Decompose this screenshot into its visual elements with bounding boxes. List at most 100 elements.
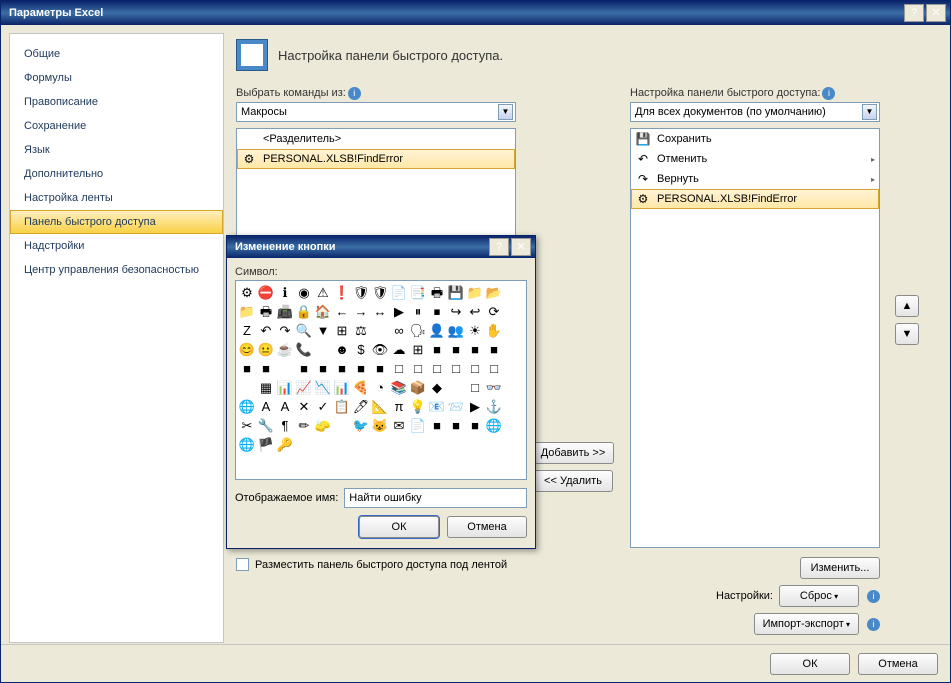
icon-choice[interactable]: 🌐 [238, 397, 256, 415]
icon-choice[interactable]: 📉 [314, 378, 332, 396]
icon-choice[interactable]: 📚 [390, 378, 408, 396]
icon-choice[interactable]: ✂ [238, 416, 256, 434]
icon-choice[interactable]: ⚙ [238, 283, 256, 301]
icon-choice[interactable] [314, 340, 332, 358]
choose-commands-combo[interactable]: Макросы ▼ [236, 102, 516, 122]
icon-choice[interactable]: ❗ [333, 283, 351, 301]
icon-choice[interactable]: 🔍 [295, 321, 313, 339]
icon-choice[interactable] [447, 378, 465, 396]
remove-button[interactable]: << Удалить [533, 470, 613, 492]
icon-choice[interactable]: ■ [485, 340, 503, 358]
icon-choice[interactable]: ◉ [295, 283, 313, 301]
icon-choice[interactable]: $ [352, 340, 370, 358]
icon-choice[interactable]: ↷ [276, 321, 294, 339]
icon-choice[interactable]: 🏠 [314, 302, 332, 320]
icon-choice[interactable]: ◔ [371, 378, 389, 396]
info-icon[interactable]: i [822, 87, 835, 100]
icon-choice[interactable]: ■ [257, 359, 275, 377]
icon-choice[interactable]: ■ [333, 359, 351, 377]
icon-choice[interactable]: ■ [352, 359, 370, 377]
icon-choice[interactable]: ↩ [466, 302, 484, 320]
icon-choice[interactable]: ⟳ [485, 302, 503, 320]
close-button[interactable]: ✕ [926, 4, 946, 22]
icon-choice[interactable]: ■ [238, 359, 256, 377]
icon-choice[interactable]: 🛡 [371, 283, 389, 301]
icon-choice[interactable]: 🌐 [238, 435, 256, 453]
sidebar-item[interactable]: Правописание [10, 90, 223, 114]
icon-choice[interactable]: 🧽 [314, 416, 332, 434]
icon-choice[interactable]: □ [466, 359, 484, 377]
icon-choice[interactable]: ⏹ [428, 302, 446, 320]
icon-choice[interactable]: 📂 [485, 283, 503, 301]
icon-choice[interactable]: ↔ [371, 302, 389, 320]
icon-choice[interactable]: □ [466, 378, 484, 396]
icon-choice[interactable]: □ [447, 359, 465, 377]
icon-choice[interactable]: ⊞ [333, 321, 351, 339]
icon-choice[interactable]: 😺 [371, 416, 389, 434]
display-name-input[interactable] [344, 488, 527, 508]
icon-choice[interactable]: 📧 [428, 397, 446, 415]
icon-choice[interactable]: ▶ [390, 302, 408, 320]
list-item[interactable]: ↶Отменить▸ [631, 149, 879, 169]
icon-choice[interactable]: → [352, 302, 370, 320]
icon-choice[interactable]: ■ [466, 416, 484, 434]
list-item[interactable]: ⚙PERSONAL.XLSB!FindError [631, 189, 879, 209]
icon-choice[interactable]: □ [409, 359, 427, 377]
icon-choice[interactable]: 🔧 [257, 416, 275, 434]
icon-choice[interactable]: ✉ [390, 416, 408, 434]
icon-choice[interactable]: 📑 [409, 283, 427, 301]
icon-choice[interactable]: ✕ [295, 397, 313, 415]
icon-choice[interactable]: ↶ [257, 321, 275, 339]
reset-button[interactable]: Сброс [779, 585, 859, 607]
sidebar-item[interactable]: Центр управления безопасностью [10, 258, 223, 282]
list-item[interactable]: ⚙PERSONAL.XLSB!FindError [237, 149, 515, 169]
icon-choice[interactable]: 📄 [390, 283, 408, 301]
icon-choice[interactable]: ■ [314, 359, 332, 377]
add-button[interactable]: Добавить >> [532, 442, 615, 464]
info-icon[interactable]: i [867, 618, 880, 631]
icon-choice[interactable]: ⚓ [485, 397, 503, 415]
icon-choice[interactable]: ⏸ [409, 302, 427, 320]
icon-choice[interactable]: ← [333, 302, 351, 320]
icon-choice[interactable]: 🔒 [295, 302, 313, 320]
icon-choice[interactable]: 👤 [428, 321, 446, 339]
icon-choice[interactable]: ■ [428, 340, 446, 358]
sidebar-item[interactable]: Сохранение [10, 114, 223, 138]
help-button[interactable]: ? [904, 4, 924, 22]
info-icon[interactable]: i [867, 590, 880, 603]
icon-choice[interactable]: π [390, 397, 408, 415]
icon-choice[interactable]: 👓 [485, 378, 503, 396]
modify-button[interactable]: Изменить... [800, 557, 880, 579]
icon-choice[interactable]: ☀ [466, 321, 484, 339]
sidebar-item[interactable]: Формулы [10, 66, 223, 90]
icon-choice[interactable]: 📊 [276, 378, 294, 396]
icon-choice[interactable]: A [276, 397, 294, 415]
icon-choice[interactable]: 🐦 [352, 416, 370, 434]
icon-choice[interactable]: ▼ [314, 321, 332, 339]
icon-choice[interactable]: 💾 [447, 283, 465, 301]
icon-choice[interactable]: 😐 [257, 340, 275, 358]
icon-choice[interactable]: ✓ [314, 397, 332, 415]
icon-choice[interactable]: 📈 [295, 378, 313, 396]
sidebar-item[interactable]: Язык [10, 138, 223, 162]
icon-choice[interactable]: ▶ [466, 397, 484, 415]
list-item[interactable]: ↷Вернуть▸ [631, 169, 879, 189]
list-item[interactable]: 💾Сохранить [631, 129, 879, 149]
icon-choice[interactable]: ▦ [257, 378, 275, 396]
icon-choice[interactable]: 👁 [371, 340, 389, 358]
icon-choice[interactable]: ◆ [428, 378, 446, 396]
list-item[interactable]: <Разделитель> [237, 129, 515, 149]
icon-choice[interactable]: A [257, 397, 275, 415]
icon-choice[interactable]: 📁 [466, 283, 484, 301]
icon-choice[interactable]: ✋ [485, 321, 503, 339]
icon-choice[interactable]: 💡 [409, 397, 427, 415]
sidebar-item[interactable]: Дополнительно [10, 162, 223, 186]
icon-choice[interactable]: 🗣 [409, 321, 427, 339]
ok-button[interactable]: ОК [770, 653, 850, 675]
icon-choice[interactable] [333, 416, 351, 434]
subdialog-help-button[interactable]: ? [489, 238, 509, 256]
icon-choice[interactable]: ℹ [276, 283, 294, 301]
icon-choice[interactable]: ■ [295, 359, 313, 377]
icon-choice[interactable]: ■ [447, 340, 465, 358]
show-below-ribbon-checkbox[interactable] [236, 558, 249, 571]
